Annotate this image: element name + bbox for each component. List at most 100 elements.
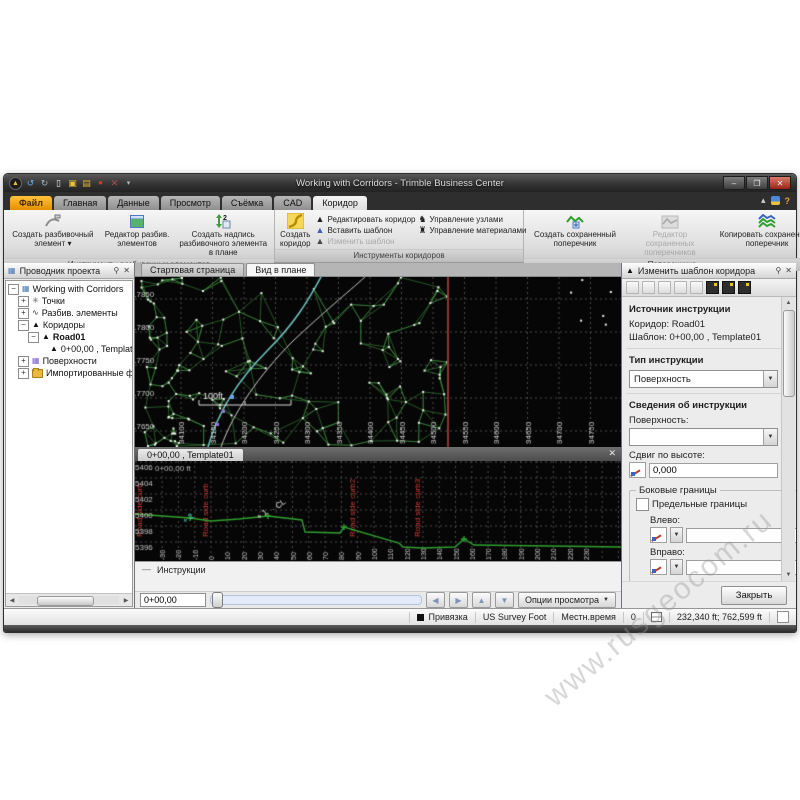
left-mode-dropdown[interactable]: ▼ <box>670 527 683 543</box>
page2-icon[interactable] <box>674 281 687 294</box>
next-station-button[interactable]: ▶ <box>449 592 468 608</box>
record-icon[interactable]: ● <box>95 178 106 189</box>
pin-icon[interactable]: ⚲ <box>775 266 781 275</box>
ribbon-tab-cad[interactable]: CAD <box>274 196 311 210</box>
pin-icon[interactable]: ⚲ <box>113 266 119 275</box>
left-bound-input[interactable] <box>686 528 796 543</box>
app-logo-icon[interactable]: ▲ <box>9 177 22 190</box>
view-tab-0[interactable]: Стартовая страница <box>141 263 244 276</box>
close-template-button[interactable]: Закрыть <box>721 586 787 605</box>
node-a-icon[interactable] <box>706 281 719 294</box>
chevron-down-icon[interactable]: ▼ <box>763 429 777 445</box>
edit-corridor-item[interactable]: ▲ Редактировать коридор <box>316 215 416 224</box>
page-icon[interactable] <box>658 281 671 294</box>
expand-icon[interactable]: + <box>18 356 29 367</box>
blank-icon[interactable] <box>626 281 639 294</box>
maximize-button[interactable]: ❐ <box>746 176 768 190</box>
expand-icon[interactable]: + <box>18 308 29 319</box>
section-close-icon[interactable]: ✕ <box>608 449 616 458</box>
station-slider[interactable] <box>210 595 422 605</box>
create-alignment-button[interactable]: Создать разбивочный элемент ▾ <box>7 212 99 248</box>
surface-select[interactable]: ▼ <box>629 428 778 446</box>
expand-icon[interactable]: + <box>18 296 29 307</box>
ribbon-tab-view[interactable]: Просмотр <box>161 196 220 210</box>
scroll-down-icon[interactable]: ▼ <box>782 569 795 581</box>
scroll-track[interactable] <box>19 596 119 604</box>
section-view[interactable] <box>135 461 621 561</box>
section-view-tab[interactable]: 0+00,00 , Template01 <box>138 449 243 461</box>
close-panel-icon[interactable]: ✕ <box>785 266 792 275</box>
node-c-icon[interactable] <box>738 281 751 294</box>
tree-item-3[interactable]: −▲Коридоры <box>8 319 132 331</box>
scroll-right-icon[interactable]: ▶ <box>120 595 132 606</box>
minimize-button[interactable]: – <box>723 176 745 190</box>
tree-item-5[interactable]: ▲0+00,00 , Template0 <box>8 343 132 355</box>
plan-view-canvas[interactable] <box>135 277 621 447</box>
down-button[interactable]: ▼ <box>495 592 514 608</box>
collapse-ribbon-icon[interactable]: ▴ <box>761 195 766 206</box>
details-heading: Сведения об инструкции <box>629 400 778 411</box>
expand-icon[interactable]: + <box>18 368 29 379</box>
prev-station-button[interactable]: ◀ <box>426 592 445 608</box>
tree-item-6[interactable]: +▦Поверхности <box>8 355 132 367</box>
ribbon-tab-survey[interactable]: Съёмка <box>222 196 272 210</box>
image-icon[interactable] <box>642 281 655 294</box>
up-button[interactable]: ▲ <box>472 592 491 608</box>
section-view-canvas[interactable] <box>135 461 621 561</box>
collapse-icon[interactable]: — <box>142 565 151 574</box>
page3-icon[interactable] <box>690 281 703 294</box>
view-options-button[interactable]: Опции просмотра ▼ <box>518 592 616 608</box>
view-tab-1[interactable]: Вид в плане <box>246 263 315 276</box>
chevron-down-icon[interactable]: ▼ <box>763 371 777 387</box>
status-checkbox[interactable] <box>777 611 789 623</box>
panel-vscrollbar[interactable]: ▲ ▼ <box>781 297 795 581</box>
edit-template-item: ▲ Изменить шаблон <box>316 237 416 246</box>
scroll-left-icon[interactable]: ◀ <box>6 595 18 606</box>
node-b-icon[interactable] <box>722 281 735 294</box>
right-bound-input[interactable] <box>686 560 796 575</box>
copy-saved-xsection-button[interactable]: Копировать сохраненный поперечник <box>717 212 800 248</box>
plan-view[interactable] <box>135 277 621 447</box>
plan-label-button[interactable]: 2 Создать надпись разбивочного элемента … <box>175 212 271 258</box>
limit-bounds-checkbox[interactable] <box>636 498 649 511</box>
tree-item-7[interactable]: + Импортированные файлы <box>8 367 132 379</box>
undo-icon[interactable]: ↺ <box>25 178 36 189</box>
right-mode-dropdown[interactable]: ▼ <box>670 559 683 575</box>
ribbon-tab-corridor[interactable]: Коридор <box>313 196 367 210</box>
close-button[interactable]: ✕ <box>769 176 791 190</box>
tree-item-label: Импортированные файлы <box>46 368 133 378</box>
alignment-editor-button[interactable]: Редактор разбив. элементов <box>102 212 173 248</box>
ribbon-tab-data[interactable]: Данные <box>108 196 159 210</box>
create-saved-xsection-button[interactable]: Создать сохраненный поперечник <box>527 212 623 248</box>
tree-item-0[interactable]: −▦Working with Corridors <box>8 283 132 295</box>
node-management-item[interactable]: ♞ Управление узлами <box>418 215 526 224</box>
ribbon-tab-file[interactable]: Файл <box>10 196 52 210</box>
menu-dropdown-icon[interactable]: ▾ <box>123 178 134 189</box>
save-icon[interactable]: ▣ <box>67 178 78 189</box>
scroll-up-icon[interactable]: ▲ <box>782 297 795 309</box>
tree-item-1[interactable]: +✳Точки <box>8 295 132 307</box>
station-input[interactable] <box>140 593 206 607</box>
material-management-item[interactable]: ♜ Управление материалами <box>418 226 526 235</box>
scroll-thumb[interactable] <box>37 596 94 606</box>
new-document-icon[interactable]: ▯ <box>53 178 64 189</box>
tree-item-4[interactable]: −▲Road01 <box>8 331 132 343</box>
offset-input[interactable] <box>649 463 778 478</box>
scroll-thumb[interactable] <box>783 310 795 397</box>
explorer-hscrollbar[interactable]: ◀ ▶ <box>6 593 132 606</box>
close-panel-icon[interactable]: ✕ <box>123 266 130 275</box>
collapse-icon[interactable]: − <box>28 332 39 343</box>
ribbon-tab-home[interactable]: Главная <box>54 196 106 210</box>
insert-template-item[interactable]: ▲ Вставить шаблон <box>316 226 416 235</box>
slider-thumb[interactable] <box>212 592 223 608</box>
collapse-icon[interactable]: − <box>8 284 19 295</box>
create-corridor-button[interactable]: Создать коридор <box>278 212 313 248</box>
collapse-icon[interactable]: − <box>18 320 29 331</box>
redo-icon[interactable]: ↻ <box>39 178 50 189</box>
delete-icon[interactable]: ✕ <box>109 178 120 189</box>
tree-item-2[interactable]: +∿Разбив. элементы <box>8 307 132 319</box>
open-folder-icon[interactable]: ▤ <box>81 178 92 189</box>
help-icon[interactable]: ? <box>785 196 791 206</box>
instruction-type-select[interactable]: Поверхность ▼ <box>629 370 778 388</box>
button-label: Редактор сохраненных поперечников <box>628 230 712 258</box>
